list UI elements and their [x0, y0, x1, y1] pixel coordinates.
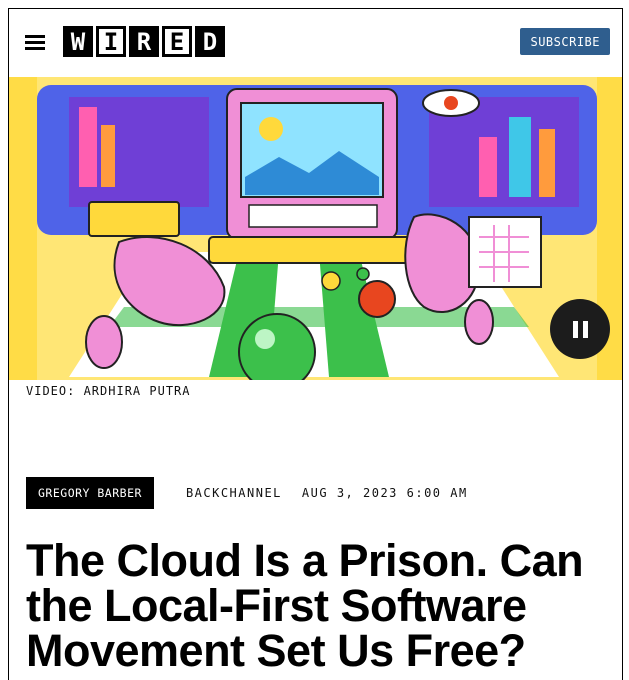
rubric-link[interactable]: BACKCHANNEL [186, 486, 282, 500]
logo-letter: I [96, 26, 126, 57]
logo-letter: R [129, 26, 159, 57]
hamburger-menu-icon[interactable] [25, 34, 45, 50]
article-meta: GREGORY BARBER BACKCHANNEL AUG 3, 2023 6… [26, 477, 468, 509]
subscribe-button[interactable]: SUBSCRIBE [520, 28, 610, 55]
author-link[interactable]: GREGORY BARBER [26, 477, 154, 509]
site-header: W I R E D SUBSCRIBE [9, 9, 622, 77]
wired-logo[interactable]: W I R E D [63, 26, 225, 57]
logo-letter: W [63, 26, 93, 57]
pause-icon-bar [582, 320, 588, 338]
pause-icon [572, 320, 578, 338]
logo-letter: D [195, 26, 225, 57]
hero-video[interactable] [9, 77, 622, 380]
pause-button[interactable] [550, 299, 610, 359]
article-headline: The Cloud Is a Prison. Can the Local-Fir… [26, 535, 584, 676]
hero-illustration [9, 77, 622, 380]
video-credit: VIDEO: ARDHIRA PUTRA [26, 384, 191, 398]
publish-date: AUG 3, 2023 6:00 AM [301, 486, 468, 500]
logo-letter: E [162, 26, 192, 57]
